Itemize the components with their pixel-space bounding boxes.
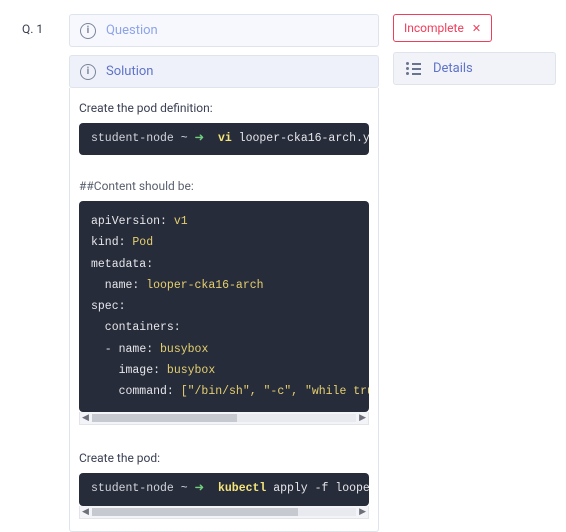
command-name: vi <box>218 132 232 145</box>
command-args: apply -f looper-cka16-arch.yaml <box>273 482 369 495</box>
question-panel-header[interactable]: i Question <box>69 14 379 47</box>
step-text: Create the pod: <box>79 451 369 465</box>
status-badge-incomplete[interactable]: Incomplete ✕ <box>393 14 492 42</box>
prompt-tilde: ~ <box>181 132 188 145</box>
code-block-yaml[interactable]: apiVersion: v1 kind: Pod metadata: name:… <box>79 201 369 412</box>
details-label: Details <box>433 61 473 76</box>
scroll-right-icon[interactable]: ▶ <box>359 413 366 423</box>
info-icon: i <box>80 23 96 39</box>
status-badge-label: Incomplete <box>404 21 464 35</box>
scroll-left-icon[interactable]: ◀ <box>82 507 89 517</box>
question-panel-label: Question <box>106 23 158 38</box>
prompt-host: student-node <box>91 132 174 145</box>
code-block-command-1[interactable]: student-node ~ ➜ vi looper-cka16-arch.ya… <box>79 123 369 155</box>
solution-panel-header[interactable]: i Solution <box>69 55 379 88</box>
prompt-host: student-node <box>91 482 174 495</box>
prompt-tilde: ~ <box>181 482 188 495</box>
solution-body: Create the pod definition: student-node … <box>69 88 379 532</box>
command-name: kubectl <box>218 482 266 495</box>
step-text: Create the pod definition: <box>79 101 369 115</box>
code-block-command-2[interactable]: student-node ~ ➜ kubectl apply -f looper… <box>79 473 369 505</box>
scroll-right-icon[interactable]: ▶ <box>359 507 366 517</box>
command-args: looper-cka16-arch.yaml <box>239 132 369 145</box>
list-icon <box>406 62 421 75</box>
prompt-arrow-icon: ➜ <box>195 132 205 145</box>
solution-panel-label: Solution <box>106 64 153 79</box>
question-number: Q. 1 <box>22 14 55 532</box>
prompt-arrow-icon: ➜ <box>195 482 205 495</box>
info-icon: i <box>80 64 96 80</box>
horizontal-scrollbar[interactable]: ◀ ▶ <box>79 412 369 425</box>
content-label: ##Content should be: <box>79 179 369 193</box>
scroll-left-icon[interactable]: ◀ <box>82 413 89 423</box>
close-icon[interactable]: ✕ <box>472 23 481 34</box>
horizontal-scrollbar[interactable]: ◀ ▶ <box>79 506 369 519</box>
details-button[interactable]: Details <box>393 52 556 85</box>
